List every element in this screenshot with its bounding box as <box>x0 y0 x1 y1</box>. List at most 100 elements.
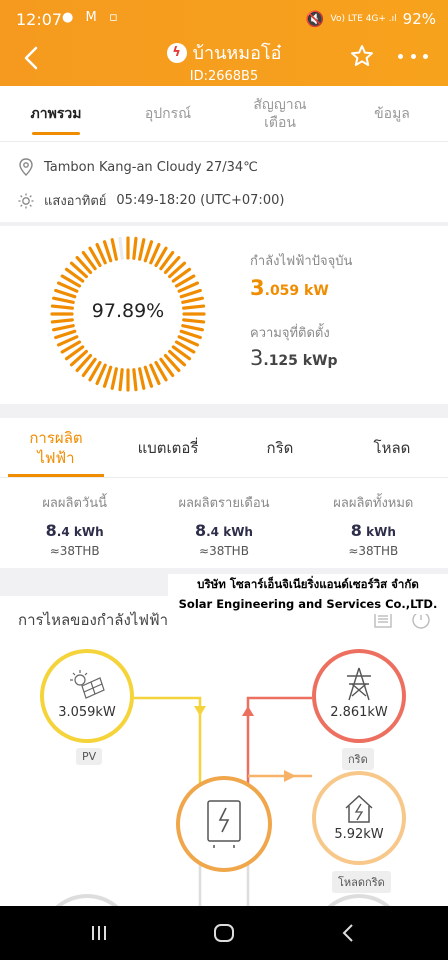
production-label: ผลผลิตรายเดือน <box>178 496 270 511</box>
power-gauge-card: 97.89% กำลังไฟฟ้าปัจจุบัน 3.059 kW ความจ… <box>0 226 448 404</box>
app-header: 12:07 ● M ▫ 🔇 Vo) LTE 4G+ .ıl 92% ϟ บ้าน… <box>0 0 448 86</box>
gauge-tick <box>102 365 113 388</box>
gauge-tick <box>181 324 204 332</box>
grid-value: 2.861kW <box>330 705 388 720</box>
production-money: ≈38THB <box>49 544 100 558</box>
production-today: ผลผลิตวันนี้ 8.4 kWh ≈38THB <box>0 478 149 568</box>
plant-id: ID:2668B5 <box>189 69 259 84</box>
gauge-tick <box>138 238 146 261</box>
gauge-tick <box>110 367 118 390</box>
location-row: Tambon Kang-an Cloudy 27/34℃ <box>18 158 258 176</box>
pv-arrow-icon <box>194 706 206 716</box>
value-unit: kWh <box>361 525 396 539</box>
current-power-value: 3.059 kW <box>250 276 329 300</box>
top-tabs: ภาพรวม อุปกรณ์ สัญญาณ เตือน ข้อมูล <box>0 86 448 142</box>
grid-node <box>312 649 406 743</box>
nav-back-icon[interactable] <box>336 920 362 946</box>
gauge-tick <box>179 329 202 340</box>
tab-grid[interactable]: กริด <box>224 418 336 477</box>
capacity-int: 3 <box>250 346 264 370</box>
gauge-tick <box>118 236 124 260</box>
production-money: ≈38THB <box>348 544 399 558</box>
production-value: 8 kWh <box>299 521 448 540</box>
production-label: ผลผลิตวันนี้ <box>42 496 107 511</box>
value-int: 8 <box>45 521 57 540</box>
gauge-tick <box>132 236 138 260</box>
company-watermark: บริษัท โซลาร์เอ็นจิเนียริ่งแอนด์เซอร์วิส… <box>168 574 448 614</box>
value-unit: .4 kWh <box>206 525 253 539</box>
gauge-tick <box>52 324 75 332</box>
capacity-label: ความจุที่ติดตั้ง <box>250 326 330 341</box>
gauge-tick <box>118 368 124 392</box>
company-name-en: Solar Engineering and Services Co.,LTD. <box>178 597 438 611</box>
more-menu-icon[interactable] <box>398 54 428 62</box>
sun-icon <box>18 193 34 208</box>
battery-level: 92% <box>402 10 436 28</box>
tab-overview[interactable]: ภาพรวม <box>0 86 112 141</box>
network-indicator: Vo) LTE 4G+ .ıl <box>330 13 397 24</box>
tab-generation[interactable]: การผลิต ไฟฟ้า <box>0 418 112 477</box>
location-text: Tambon Kang-an Cloudy 27/34℃ <box>44 159 258 175</box>
grid-arrow-icon <box>242 706 254 716</box>
location-pin-icon <box>19 158 33 176</box>
gauge-tick <box>110 238 118 261</box>
gauge-tick <box>179 288 202 299</box>
load-value: 5.92kW <box>334 827 384 842</box>
flow-diagram <box>40 649 406 908</box>
tab-battery[interactable]: แบตเตอรี่ <box>112 418 224 477</box>
mute-icon: 🔇 <box>305 10 325 28</box>
pv-node <box>40 649 134 743</box>
production-money: ≈38THB <box>199 544 249 558</box>
production-total: ผลผลิตทั้งหมด 8 kWh ≈38THB <box>299 478 448 568</box>
system-nav-bar <box>0 906 448 960</box>
weather-info: Tambon Kang-an Cloudy 27/34℃ แสงอาทิตย์ … <box>0 142 448 222</box>
notification-icons: ● M ▫ <box>62 10 122 25</box>
production-month: ผลผลิตรายเดือน 8.4 kWh ≈38THB <box>149 478 298 568</box>
gauge-percent: 97.89% <box>91 300 165 322</box>
current-power-frac: .059 kW <box>264 283 329 299</box>
production-label: ผลผลิตทั้งหมด <box>333 496 414 511</box>
current-power-int: 3 <box>250 276 265 300</box>
recent-apps-icon[interactable] <box>86 920 112 946</box>
home-icon[interactable] <box>211 920 237 946</box>
star-icon[interactable] <box>350 44 374 68</box>
title-block: ϟ บ้านหมอโอ๋ ID:2668B5 <box>0 38 448 84</box>
tab-data[interactable]: ข้อมูล <box>336 86 448 141</box>
status-time: 12:07 <box>16 10 63 29</box>
production-summary: ผลผลิตวันนี้ 8.4 kWh ≈38THB ผลผลิตรายเดื… <box>0 478 448 568</box>
energy-tabs: การผลิต ไฟฟ้า แบตเตอรี่ กริด โหลด <box>0 418 448 478</box>
tab-alarms[interactable]: สัญญาณ เตือน <box>224 86 336 141</box>
gauge-tick <box>143 240 154 263</box>
value-int: 8 <box>194 521 207 540</box>
current-power-label: กำลังไฟฟ้าปัจจุบัน <box>250 254 353 269</box>
sun-label: แสงอาทิตย์ <box>44 194 107 209</box>
gauge-tick <box>102 240 113 263</box>
value-unit: .4 kWh <box>56 525 104 539</box>
production-value: 8.4 kWh <box>149 521 298 540</box>
inverter-node <box>176 776 272 872</box>
tab-load[interactable]: โหลด <box>336 418 448 477</box>
power-flow-section: การไหลของกำลังไฟฟ้า 3.059kW PV 2.861kW ก… <box>0 596 448 908</box>
grid-flow-line <box>246 696 312 788</box>
company-name-th: บริษัท โซลาร์เอ็นจิเนียริ่งแอนด์เซอร์วิส… <box>197 577 419 591</box>
gauge-tick <box>54 288 77 299</box>
capacity-frac: .125 kWp <box>263 353 338 369</box>
load-arrow-icon <box>284 770 296 782</box>
pv-flow-line <box>134 696 202 788</box>
page-title: บ้านหมอโอ๋ <box>192 43 282 64</box>
production-value: 8.4 kWh <box>0 521 149 540</box>
gauge-tick <box>132 368 138 392</box>
gauge-tick <box>54 329 77 340</box>
capacity-value: 3.125 kWp <box>250 346 338 370</box>
tab-devices[interactable]: อุปกรณ์ <box>112 86 224 141</box>
status-bar: 12:07 ● M ▫ 🔇 Vo) LTE 4G+ .ıl 92% <box>0 0 448 38</box>
value-int: 8 <box>350 521 362 540</box>
pv-label[interactable]: PV <box>76 748 103 765</box>
gauge-tick <box>138 367 146 390</box>
pv-value: 3.059kW <box>58 705 116 720</box>
lightning-badge-icon: ϟ <box>166 42 187 63</box>
load-label[interactable]: โหลดกริด <box>332 871 391 893</box>
sun-time: 05:49-18:20 (UTC+07:00) <box>116 193 285 208</box>
status-right: 🔇 Vo) LTE 4G+ .ıl 92% <box>306 10 436 28</box>
grid-label[interactable]: กริด <box>342 748 374 770</box>
